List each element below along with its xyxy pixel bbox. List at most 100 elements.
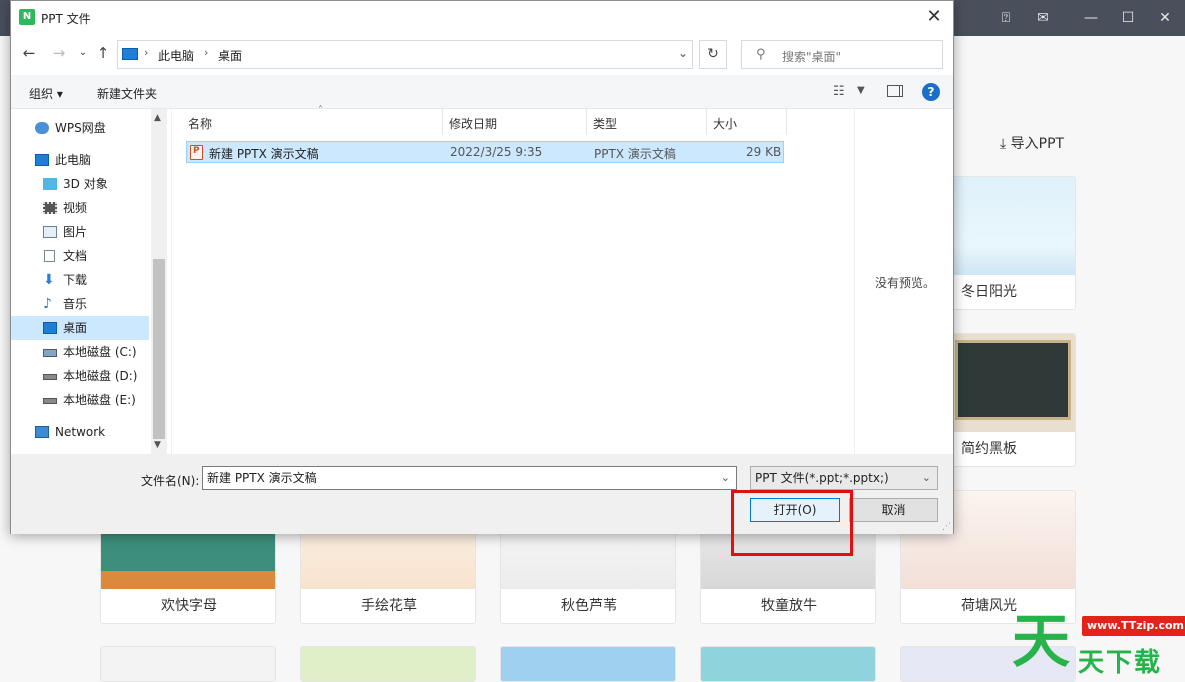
address-bar[interactable]: › 此电脑 › 桌面 ⌄ (117, 40, 693, 69)
file-row[interactable]: 新建 PPTX 演示文稿 2022/3/25 9:35 PPTX 演示文稿 29… (186, 141, 784, 163)
search-input[interactable]: ⚲ 搜索"桌面" (741, 40, 943, 69)
template-card[interactable] (100, 646, 276, 682)
no-preview-text: 没有预览。 (875, 276, 936, 290)
computer-icon (35, 154, 49, 166)
template-card[interactable] (500, 646, 676, 682)
template-title: 秋色芦苇 (561, 598, 617, 614)
nav-item-network[interactable]: Network (11, 420, 149, 444)
nav-item-music[interactable]: ♪ 音乐 (11, 292, 149, 316)
dialog-titlebar: N PPT 文件 ✕ (11, 1, 953, 35)
preview-pane-icon[interactable] (887, 85, 903, 97)
column-header-size[interactable]: 大小 (713, 115, 737, 132)
filename-value: 新建 PPTX 演示文稿 (207, 471, 317, 485)
search-icon: ⚲ (756, 47, 766, 62)
nav-item-wps-cloud[interactable]: WPS网盘 (11, 116, 149, 140)
resize-grip-icon[interactable]: ⋰ (942, 522, 951, 532)
cloud-icon (35, 122, 49, 134)
cube-icon (43, 178, 57, 190)
watermark-logo: 天 (1012, 607, 1071, 675)
template-title: 欢快字母 (161, 598, 217, 614)
nav-item-documents[interactable]: 文档 (11, 244, 149, 268)
breadcrumb-desktop[interactable]: 桌面 (218, 47, 242, 64)
desktop-icon (43, 322, 57, 334)
import-icon: ⤓ (1000, 136, 1007, 152)
filename-input[interactable]: 新建 PPTX 演示文稿 ⌄ (202, 466, 737, 490)
chevron-right-icon[interactable]: › (144, 46, 148, 59)
nav-scrollbar[interactable]: ▲ ▼ (151, 109, 167, 454)
nav-item-drive-c[interactable]: 本地磁盘 (C:) (11, 340, 149, 364)
nav-item-desktop[interactable]: 桌面 (11, 316, 149, 340)
chevron-down-icon[interactable]: ▼ (857, 85, 865, 96)
cancel-button[interactable]: 取消 (849, 498, 938, 522)
recent-chevron-down-icon[interactable]: ⌄ (73, 43, 93, 63)
dialog-title: PPT 文件 (41, 12, 91, 26)
back-arrow-icon[interactable]: ← (19, 43, 39, 63)
film-icon (43, 202, 57, 214)
navigation-pane: WPS网盘 此电脑 3D 对象 视频 图片 文档 ⬇ 下载 ♪ 音乐 桌面 本地… (11, 109, 167, 454)
chevron-down-icon[interactable]: ⌄ (678, 46, 688, 60)
watermark-text: 天下载 (1078, 648, 1163, 678)
column-header-date[interactable]: 修改日期 (449, 115, 497, 132)
chevron-right-icon[interactable]: › (204, 46, 208, 59)
template-thumbnail (301, 647, 475, 681)
template-title: 手绘花草 (361, 598, 417, 614)
maximize-icon[interactable]: ☐ (1118, 8, 1138, 28)
template-thumbnail (101, 647, 275, 681)
nav-item-drive-e[interactable]: 本地磁盘 (E:) (11, 388, 149, 412)
filename-label: 文件名(N): (141, 474, 200, 488)
breadcrumb-this-pc[interactable]: 此电脑 (158, 47, 194, 64)
filetype-value: PPT 文件(*.ppt;*.pptx;) (755, 471, 889, 485)
preview-pane: 没有预览。 (854, 109, 953, 454)
scroll-up-icon[interactable]: ▲ (154, 113, 161, 123)
column-divider[interactable] (442, 109, 443, 135)
drive-icon (43, 398, 57, 404)
template-title: 牧童放牛 (761, 598, 817, 614)
file-date: 2022/3/25 9:35 (450, 145, 543, 159)
nav-item-videos[interactable]: 视频 (11, 196, 149, 220)
computer-icon (122, 48, 138, 60)
new-folder-button[interactable]: 新建文件夹 (97, 85, 157, 102)
sort-ascending-icon: ˄ (318, 105, 323, 116)
drive-icon (43, 349, 57, 357)
refresh-button[interactable]: ↻ (699, 40, 727, 69)
column-divider[interactable] (706, 109, 707, 135)
file-size: 29 KB (746, 145, 782, 159)
template-card[interactable] (300, 646, 476, 682)
import-ppt-button[interactable]: ⤓ 导入PPT (1000, 133, 1064, 153)
refresh-icon: ↻ (707, 46, 719, 62)
open-file-dialog: N PPT 文件 ✕ ← → ⌄ ↑ › 此电脑 › 桌面 ⌄ ↻ ⚲ 搜索"桌… (10, 0, 954, 534)
nav-item-drive-d[interactable]: 本地磁盘 (D:) (11, 364, 149, 388)
scroll-down-icon[interactable]: ▼ (154, 440, 161, 450)
file-type: PPTX 演示文稿 (594, 147, 676, 161)
nav-item-pictures[interactable]: 图片 (11, 220, 149, 244)
nav-item-3d-objects[interactable]: 3D 对象 (11, 172, 149, 196)
template-card[interactable] (700, 646, 876, 682)
column-header-name[interactable]: 名称 (188, 115, 212, 132)
column-header-type[interactable]: 类型 (593, 115, 617, 132)
chevron-down-icon[interactable]: ⌄ (721, 467, 730, 489)
mail-icon[interactable]: ✉ (1033, 8, 1053, 28)
download-icon: ⬇ (43, 272, 55, 288)
column-divider[interactable] (786, 109, 787, 135)
minimize-icon[interactable]: — (1081, 8, 1101, 28)
help-icon[interactable]: ? (922, 83, 940, 101)
annotation-highlight-box (731, 490, 853, 556)
nav-item-this-pc[interactable]: 此电脑 (11, 148, 149, 172)
feedback-icon[interactable]: ⍰ (996, 8, 1016, 28)
watermark-url: www.TTzip.com (1082, 616, 1185, 636)
filetype-select[interactable]: PPT 文件(*.ppt;*.pptx;) ⌄ (750, 466, 938, 490)
network-icon (35, 426, 49, 438)
chevron-down-icon[interactable]: ⌄ (922, 467, 931, 489)
view-options-icon[interactable]: ☷ (833, 84, 845, 99)
organize-menu[interactable]: 组织 ▾ (29, 85, 63, 102)
column-divider[interactable] (586, 109, 587, 135)
nav-item-downloads[interactable]: ⬇ 下载 (11, 268, 149, 292)
forward-arrow-icon[interactable]: → (49, 43, 69, 63)
close-icon[interactable]: ✕ (1155, 8, 1175, 28)
scrollbar-thumb[interactable] (153, 259, 165, 439)
dialog-close-button[interactable]: ✕ (921, 6, 947, 30)
file-list-pane: ˄ 名称 修改日期 类型 大小 新建 PPTX 演示文稿 2022/3/25 9… (171, 105, 854, 454)
up-arrow-icon[interactable]: ↑ (93, 43, 113, 63)
address-row: ← → ⌄ ↑ › 此电脑 › 桌面 ⌄ ↻ ⚲ 搜索"桌面" (11, 37, 953, 71)
file-name: 新建 PPTX 演示文稿 (209, 147, 319, 161)
